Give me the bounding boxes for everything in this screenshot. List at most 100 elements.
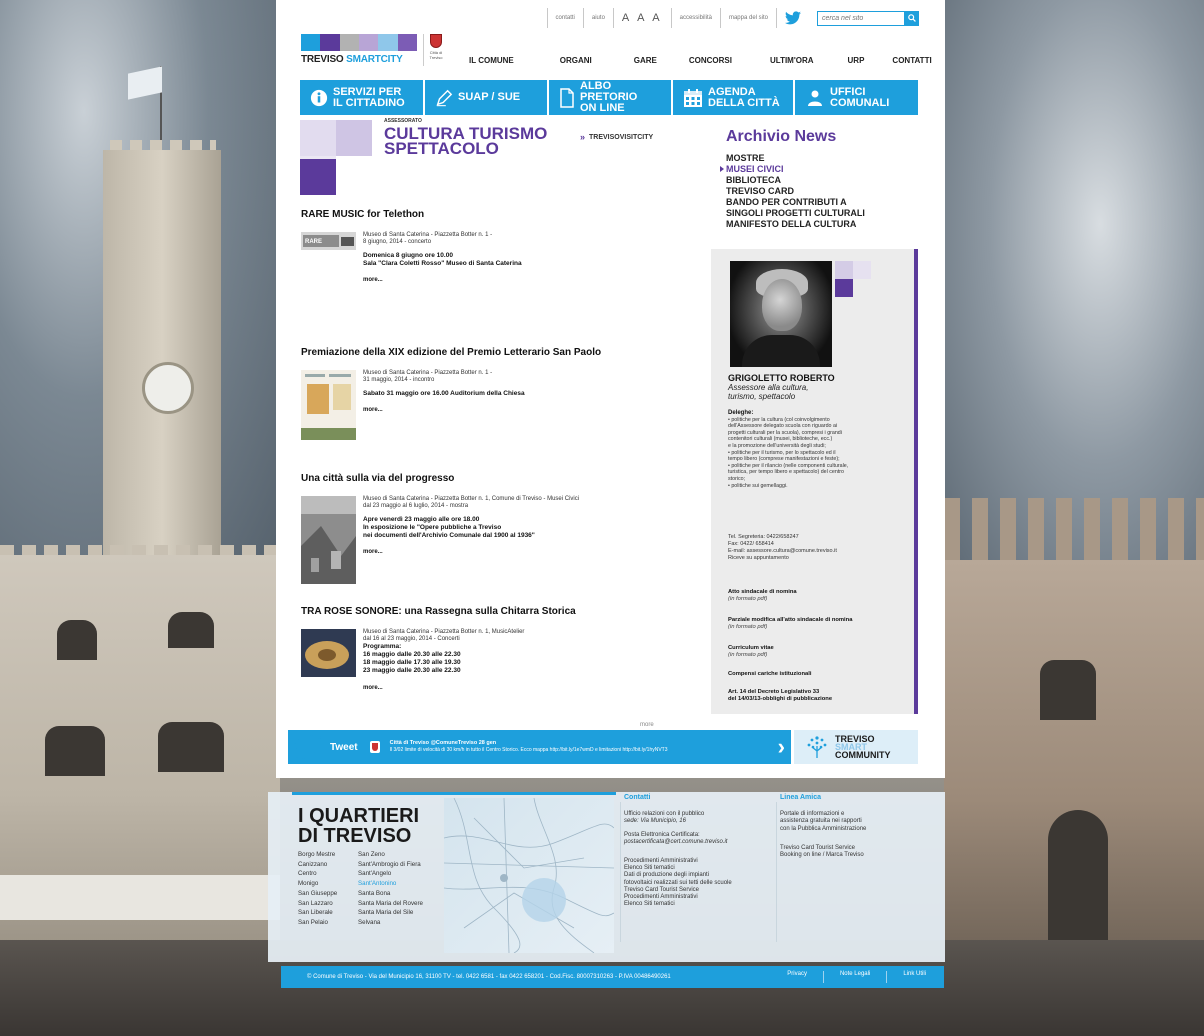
archive-item-manifesto[interactable]: MANIFESTO DELLA CULTURA [726, 219, 926, 230]
nav-concorsi[interactable]: CONCORSI [689, 56, 732, 65]
news-more-link[interactable]: more... [363, 549, 579, 555]
assessor-email[interactable]: E-mail: assessore.cultura@comune.treviso… [728, 548, 837, 554]
archive-item-biblioteca[interactable]: BIBLIOTECA [726, 175, 926, 186]
separator [670, 8, 672, 28]
twitter-bird-icon[interactable] [785, 11, 801, 25]
quartiere-link[interactable]: Monigo [298, 879, 337, 889]
search-input[interactable] [817, 10, 905, 26]
service-servizi-cittadino[interactable]: SERVIZI PER IL CITTADINO [300, 80, 425, 115]
quartiere-link[interactable]: Santa Bona [358, 889, 423, 899]
nav-contatti[interactable]: CONTATTI [892, 56, 931, 65]
news-thumbnail[interactable] [301, 496, 356, 584]
note-legali-link[interactable]: Note Legali [840, 971, 870, 983]
window [1040, 660, 1096, 720]
archive-item-mostre[interactable]: MOSTRE [726, 153, 926, 164]
news-thumbnail[interactable]: RARE [301, 232, 356, 250]
service-suap-sue[interactable]: SUAP / SUE [425, 80, 549, 115]
search-icon [908, 14, 916, 22]
link-aiuto[interactable]: aiuto [592, 15, 605, 21]
quartiere-link[interactable]: Santa Maria del Rovere [358, 899, 423, 909]
news-title[interactable]: RARE MUSIC for Telethon [301, 209, 651, 220]
quartieri-map[interactable] [444, 798, 614, 953]
link-utili-link[interactable]: Link Utili [903, 971, 926, 983]
tower-clock [142, 362, 194, 414]
news-title[interactable]: TRA ROSE SONORE: una Rassegna sulla Chit… [301, 606, 651, 617]
news-thumbnail[interactable] [301, 370, 356, 440]
footer-link[interactable]: Booking on line / Marca Treviso [780, 852, 900, 859]
page-content: contatti aiuto A A A accessibilità mappa… [276, 0, 945, 778]
chevron-right-icon[interactable]: › [778, 734, 785, 760]
quartiere-link[interactable]: Sant'Angelo [358, 869, 423, 879]
tweet-bar[interactable]: Tweet Città di Treviso @ComuneTreviso 28… [288, 730, 791, 764]
service-albo-pretorio[interactable]: ALBO PRETORIO ON LINE [549, 80, 673, 115]
news-more-link[interactable]: more... [363, 407, 525, 413]
footer-link[interactable]: Dati di produzione degli impianti [624, 872, 774, 879]
news-more-link[interactable]: more... [363, 685, 524, 691]
quartiere-link[interactable]: Santa Maria del Sile [358, 908, 423, 918]
nav-il-comune[interactable]: IL COMUNE [469, 56, 514, 65]
quartiere-link[interactable]: Canizzano [298, 860, 337, 870]
news-thumbnail[interactable] [301, 629, 356, 677]
nav-ultimora[interactable]: ULTIM'ORA [770, 56, 814, 65]
doc-parziale-modifica[interactable]: Parziale modifica all'atto sindacale di … [728, 617, 906, 631]
quartiere-link[interactable]: Centro [298, 869, 337, 879]
archive-item-bando-cont[interactable]: SINGOLI PROGETTI CULTURALI [726, 208, 926, 219]
archive-item-treviso-card[interactable]: TREVISO CARD [726, 186, 926, 197]
archive-item-bando[interactable]: BANDO PER CONTRIBUTI A [726, 197, 926, 208]
footer-linea-amica: Linea Amica Portale di informazioni e as… [780, 794, 900, 859]
footer-link[interactable]: Procedimenti Amministrativi [624, 858, 774, 865]
footer-link[interactable]: Elenco Siti tematici [624, 865, 774, 872]
quartieri-list-col1: Borgo Mestre Canizzano Centro Monigo San… [298, 850, 337, 928]
utility-bar: contatti aiuto A A A accessibilità mappa… [539, 8, 919, 28]
doc-curriculum[interactable]: Curriculum vitae (in formato pdf) [728, 645, 906, 659]
decorative-square [835, 261, 853, 279]
twitter-bird-icon [292, 735, 322, 759]
quartiere-link[interactable]: San Pelaio [298, 918, 337, 928]
font-size-switch[interactable]: A A A [622, 12, 663, 24]
quartiere-link[interactable]: Sant'Ambrogio di Fiera [358, 860, 423, 870]
news-meta: Museo di Santa Caterina - Piazzetta Bott… [363, 496, 580, 509]
footer-link[interactable]: Procedimenti Amministrativi [624, 894, 774, 901]
news-title[interactable]: Una città sulla via del progresso [301, 473, 651, 484]
section-title: CULTURA TURISMO SPETTACOLO [384, 124, 548, 158]
search-button[interactable] [905, 10, 919, 26]
archive-item-musei-civici[interactable]: MUSEI CIVICI [720, 164, 926, 175]
service-agenda-citta[interactable]: AGENDA DELLA CITTÀ [673, 80, 795, 115]
link-contatti[interactable]: contatti [556, 15, 575, 21]
quartiere-link-active[interactable]: Sant'Antonino [358, 879, 423, 889]
nav-urp[interactable]: URP [848, 56, 865, 65]
news-title[interactable]: Premiazione della XIX edizione del Premi… [301, 347, 651, 358]
quartiere-link[interactable]: San Giuseppe [298, 889, 337, 899]
nav-organi[interactable]: ORGANI [560, 56, 592, 65]
quartiere-link[interactable]: Borgo Mestre [298, 850, 337, 860]
doc-atto-nomina[interactable]: Atto sindacale di nomina (in formato pdf) [728, 589, 906, 603]
quartiere-link[interactable]: San Lazzaro [298, 899, 337, 909]
treviso-smart-community-logo[interactable]: TREVISO SMART COMMUNITY [794, 730, 918, 764]
link-mappa-sito[interactable]: mappa del sito [729, 15, 768, 21]
footer-link[interactable]: Treviso Card Tourist Service [780, 845, 900, 852]
doc-compensi[interactable]: Compensi cariche istituzionali [728, 671, 906, 678]
treviso-smartcity-logo[interactable]: TREVISO SMARTCITY [301, 34, 417, 66]
trevisovisitcity-link[interactable]: » TREVISOVISITCITY [580, 132, 653, 142]
privacy-link[interactable]: Privacy [787, 971, 807, 983]
doc-art-14[interactable]: Art. 14 del Decreto Legislativo 33 del 14… [728, 689, 906, 703]
footer-link[interactable]: Treviso Card Tourist Service [624, 887, 774, 894]
footer-divider [620, 802, 621, 942]
calendar-icon [683, 88, 703, 108]
quartiere-link[interactable]: San Liberale [298, 908, 337, 918]
pec-email-link[interactable]: postacertificata@cert.comune.treviso.it [624, 839, 727, 845]
footer-link[interactable]: Elenco Siti tematici [624, 901, 774, 908]
service-uffici-comunali[interactable]: UFFICI COMUNALI [795, 80, 918, 115]
more-news-link[interactable]: more [640, 722, 654, 728]
decorative-square [853, 261, 871, 279]
svg-text:RARE: RARE [305, 239, 322, 245]
quartiere-link[interactable]: Selvana [358, 918, 423, 928]
footer-link[interactable]: fotovoltaici realizzati sui tetti delle … [624, 880, 774, 887]
city-crest[interactable]: Città di Treviso [428, 34, 444, 66]
link-accessibilita[interactable]: accessibilità [680, 15, 712, 21]
news-more-link[interactable]: more... [363, 277, 522, 283]
assessor-deleghe: Deleghe: • politiche per la cultura (col… [728, 410, 849, 489]
news-detail: Domenica 8 giugno ore 10.00 Sala "Clara C… [363, 252, 522, 267]
quartiere-link[interactable]: San Zeno [358, 850, 423, 860]
nav-gare[interactable]: GARE [634, 56, 657, 65]
